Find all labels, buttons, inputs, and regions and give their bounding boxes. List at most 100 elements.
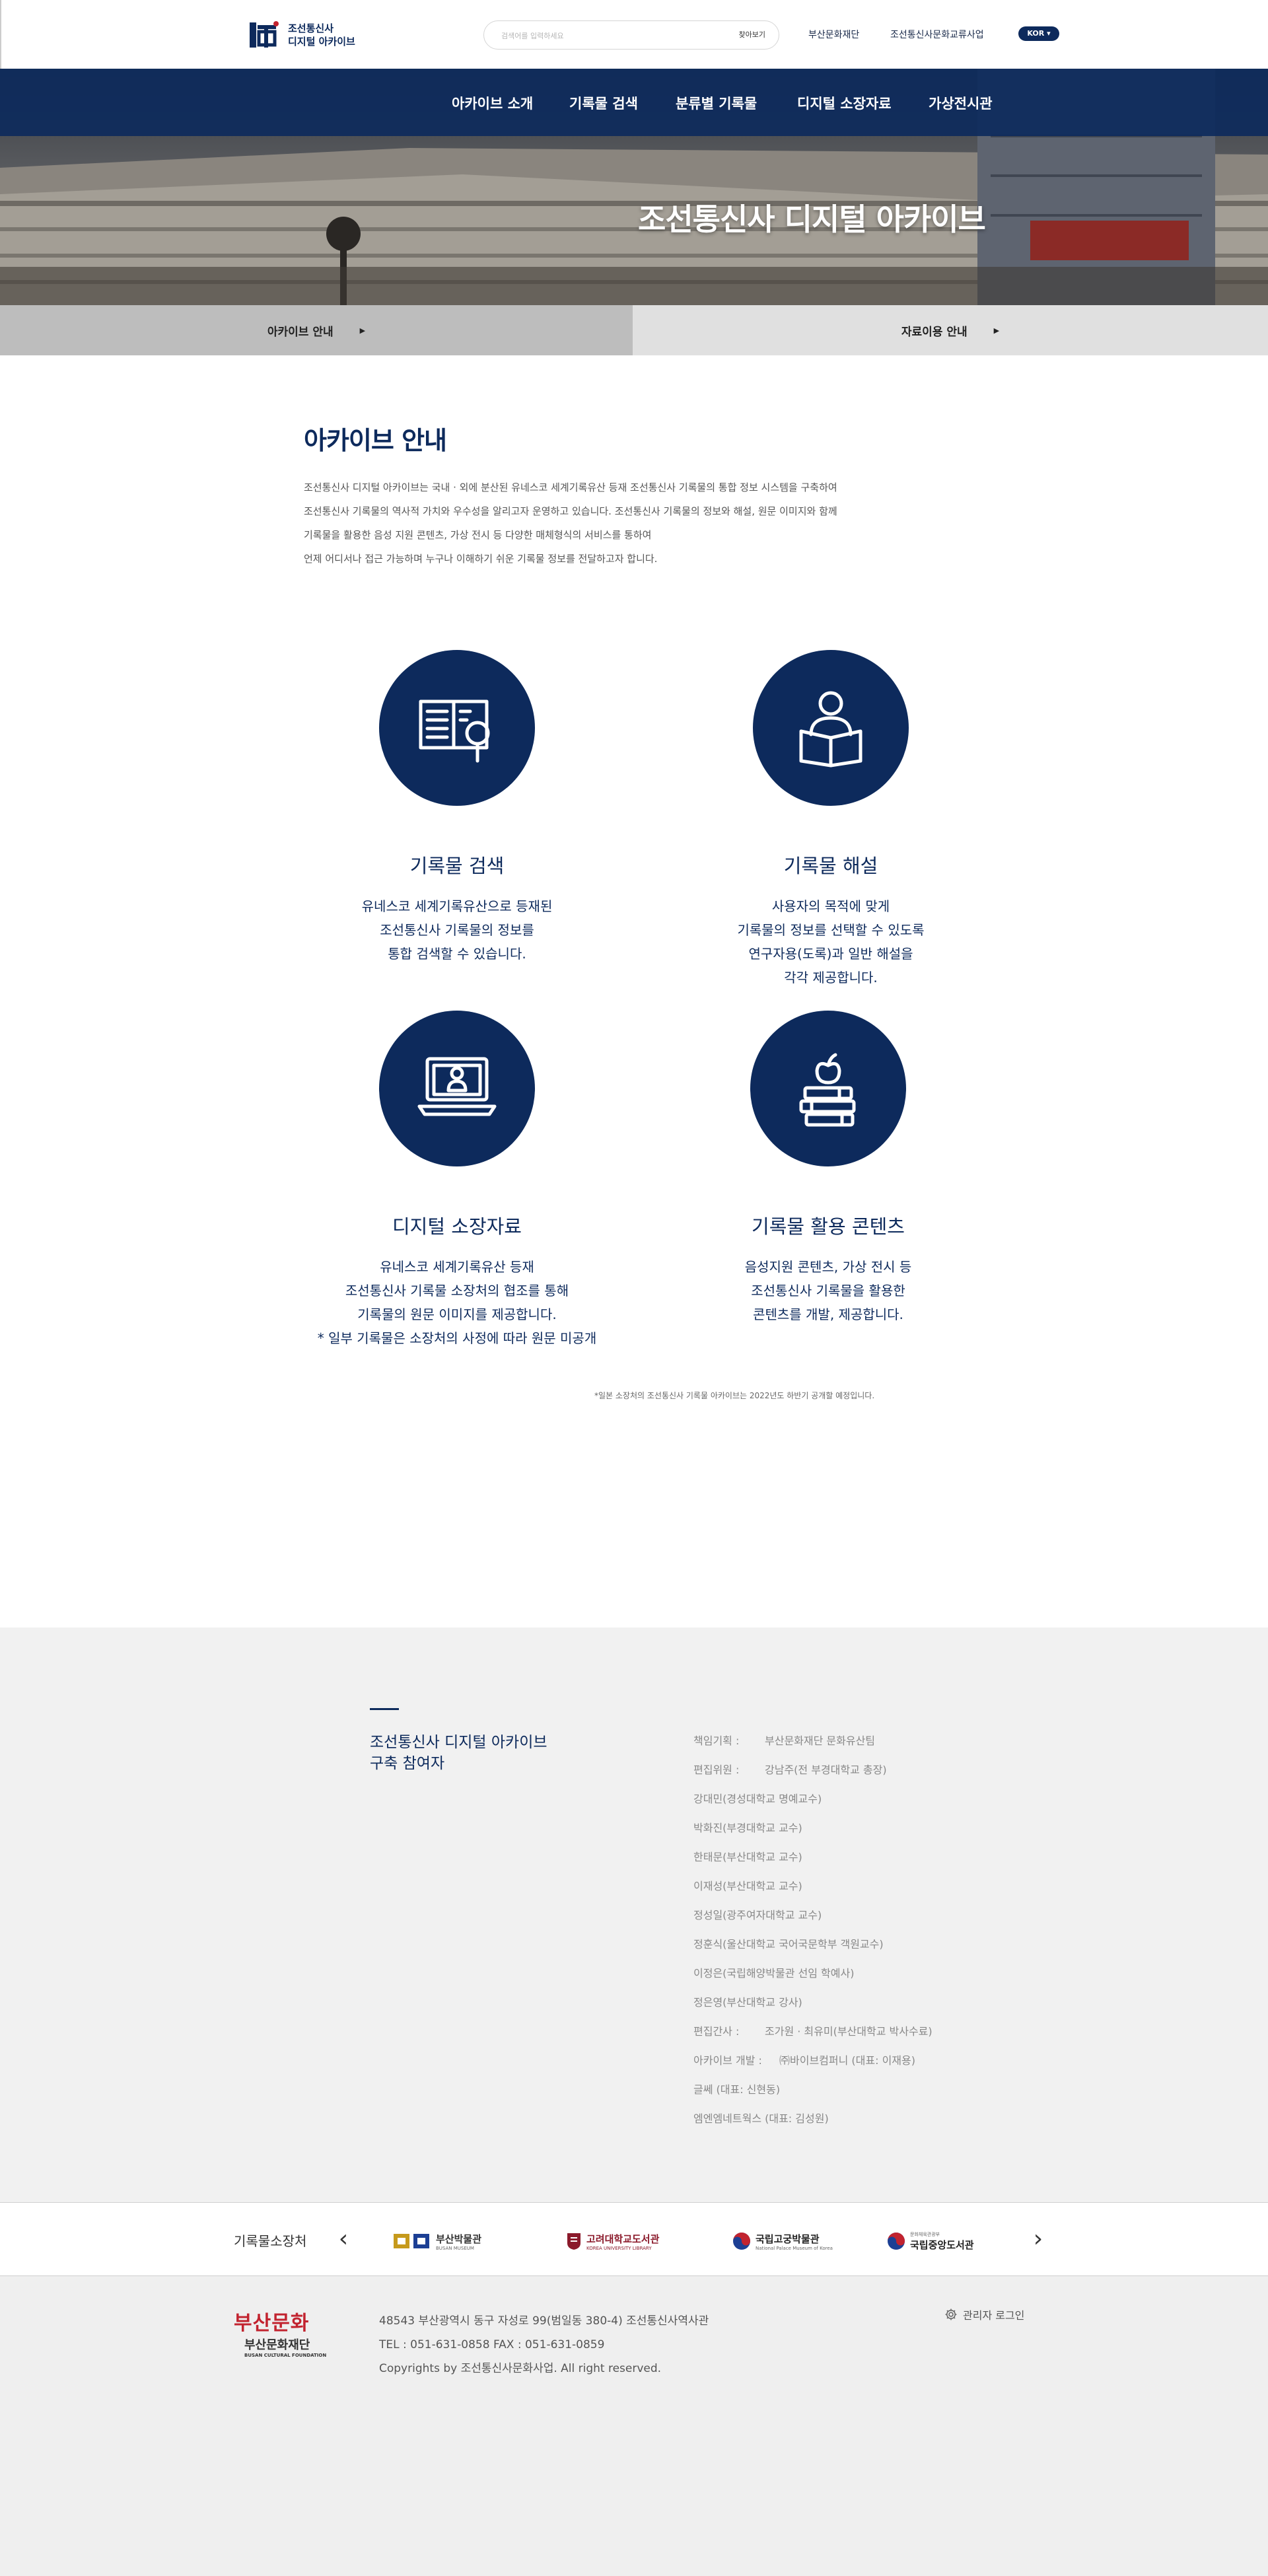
feature-description: 유네스코 세계기록유산으로 등재된 조선통신사 기록물의 정보를 통합 검색할 … [272,894,642,966]
feature-icon-circle [379,650,535,806]
korea-univ-emblem-icon [567,2233,581,2250]
link-busan-culture-foundation[interactable]: 부산문화재단 [808,28,859,41]
feature-desc-line: 사용자의 목적에 맞게 [771,898,890,914]
footer-contact: TEL : 051-631-0858 FAX : 051-631-0859 [379,2338,605,2351]
carousel-prev-button[interactable]: ‹ [330,2223,357,2256]
list-item: 아카이브 개발 : ㈜바이브컴퍼니 (대표: 이재용) [693,2054,915,2067]
feature-record-commentary: 기록물 해설 사용자의 목적에 맞게 기록물의 정보를 선택할 수 있도록 연구… [646,650,1016,989]
nav-record-search[interactable]: 기록물 검색 [569,93,638,113]
search-box: 찾아보기 [483,20,779,50]
arrow-right-icon: ▶ [993,326,1000,335]
logo-name: 국립고궁박물관 [756,2233,820,2245]
feature-desc-line: 콘텐츠를 개발, 제공합니다. [753,1306,903,1322]
busan-museum-logo-icon [394,2234,429,2248]
logo-line1: 조선통신사 [288,22,334,34]
list-item: 엠엔엠네트웍스 (대표: 김성원) [693,2112,829,2125]
main-nav: 아카이브 소개 기록물 검색 분류별 기록물 디지털 소장자료 가상전시관 [0,69,1268,136]
contributors-title-line: 구축 참여자 [370,1755,445,1772]
feature-desc-line: 기록물의 정보를 선택할 수 있도록 [737,922,925,938]
logo-line2: 디지털 아카이브 [288,36,355,48]
footer-info: 48543 부산광역시 동구 자성로 99(범일동 380-4) 조선통신사역사… [379,2309,709,2380]
list-item: 한태문(부산대학교 교수) [693,1851,802,1863]
nav-virtual-exhibition[interactable]: 가상전시관 [929,93,993,113]
contributors-title-line: 조선통신사 디지털 아카이브 [370,1734,547,1751]
taegeuk-icon [733,2233,750,2250]
logo-name: 국립중앙도서관 [910,2238,974,2251]
feature-description: 유네스코 세계기록유산 등재 조선통신사 기록물 소장처의 협조를 통해 기록물… [272,1255,642,1350]
feature-title: 기록물 활용 콘텐츠 [752,1215,905,1238]
feature-desc-line: 조선통신사 기록물을 활용한 [751,1283,905,1299]
books-apple-icon [799,1053,856,1127]
intro-line: 조선통신사 기록물의 역사적 가치와 우수성을 알리고자 운영하고 있습니다. … [304,505,837,517]
hero-banner: 아카이브 소개 기록물 검색 분류별 기록물 디지털 소장자료 가상전시관 조선… [0,69,1268,305]
feature-icon-circle [379,1011,535,1166]
busan-cultural-foundation-logo[interactable]: 부산문화 부산문화재단 BUSAN CULTURAL FOUNDATION [234,2307,333,2358]
feature-record-search: 기록물 검색 유네스코 세계기록유산으로 등재된 조선통신사 기록물의 정보를 … [272,650,642,966]
logo-emblem-icon [250,21,279,48]
tab-usage-guide[interactable]: 자료이용 안내 ▶ [633,305,1268,355]
logo-name: 고려대학교도서관 [586,2233,660,2245]
foundation-logo-name: 부산문화재단 [244,2338,310,2352]
section-accent-bar [370,1708,399,1710]
list-item: 박화진(부경대학교 교수) [693,1822,802,1834]
reader-icon [799,691,863,768]
admin-login-label: 관리자 로그인 [963,2309,1025,2322]
feature-desc-line: 음성지원 콘텐츠, 가상 전시 등 [744,1259,912,1275]
contributors-title: 조선통신사 디지털 아카이브 구축 참여자 [370,1732,547,1774]
logo-national-palace-museum[interactable]: 국립고궁박물관 National Palace Museum of Korea [732,2228,833,2254]
nav-archive-intro[interactable]: 아카이브 소개 [452,93,533,113]
taegeuk-icon [888,2233,905,2250]
list-item: 강대민(경성대학교 명예교수) [693,1793,822,1805]
tab-archive-guide[interactable]: 아카이브 안내 ▶ [0,305,633,355]
foundation-logo-en: BUSAN CULTURAL FOUNDATION [244,2353,327,2358]
link-tongsinsa-program[interactable]: 조선통신사문화교류사업 [890,28,984,41]
language-selector[interactable]: KOR ▾ [1018,26,1059,41]
gear-icon [945,2308,957,2320]
footer-address: 48543 부산광역시 동구 자성로 99(범일동 380-4) 조선통신사역사… [379,2314,709,2328]
feature-description: 사용자의 목적에 맞게 기록물의 정보를 선택할 수 있도록 연구자용(도록)과… [646,894,1016,989]
search-button[interactable]: 찾아보기 [739,29,765,40]
logo-subtitle: KOREA UNIVERSITY LIBRARY [586,2245,652,2251]
logo-national-library[interactable]: 문화체육관광부 국립중앙도서관 [886,2228,974,2254]
feature-desc-line: 기록물의 원문 이미지를 제공합니다. [357,1306,557,1322]
feature-digital-collection: 디지털 소장자료 유네스코 세계기록유산 등재 조선통신사 기록물 소장처의 협… [272,1011,642,1350]
list-item: 이재성(부산대학교 교수) [693,1880,802,1892]
book-search-icon [419,699,490,763]
carousel-next-button[interactable]: › [1025,2223,1051,2256]
search-input[interactable] [501,28,699,43]
feature-desc-line: 유네스코 세계기록유산 등재 [380,1259,534,1275]
feature-desc-line: 유네스코 세계기록유산으로 등재된 [361,898,553,914]
intro-text: 조선통신사 디지털 아카이브는 국내 · 외에 분산된 유네스코 세계기록유산 … [304,476,964,571]
feature-desc-line: 조선통신사 기록물 소장처의 협조를 통해 [345,1283,569,1299]
feature-desc-line: 연구자용(도록)과 일반 해설을 [748,946,913,962]
feature-desc-line: 각각 제공합니다. [784,970,878,985]
holders-label: 기록물소장처 [234,2233,307,2249]
footer-copyright: Copyrights by 조선통신사문화사업. All right reser… [379,2362,662,2375]
logo-busan-museum[interactable]: 부산박물관 BUSAN MUSEUM [392,2228,481,2254]
tab-label: 자료이용 안내 [901,325,968,339]
feature-desc-line: * 일부 기록물은 소장처의 사정에 따라 원문 미공개 [317,1330,597,1346]
site-logo[interactable]: 조선통신사 디지털 아카이브 [247,18,355,52]
list-item: 책임기획 : 부산문화재단 문화유산팀 [693,1735,876,1747]
feature-icon-circle [753,650,909,806]
nav-digital-collection[interactable]: 디지털 소장자료 [797,93,892,113]
record-holders-carousel: 기록물소장처 ‹ 부산박물관 BUSAN MUSEUM 고려대학교도서관 KOR… [0,2202,1268,2276]
admin-login-link[interactable]: 관리자 로그인 [944,2307,1024,2322]
site-footer: 부산문화 부산문화재단 BUSAN CULTURAL FOUNDATION 48… [0,2276,1268,2576]
list-item: 정은영(부산대학교 강사) [693,1996,802,2009]
logo-subtitle: 문화체육관광부 [910,2231,940,2237]
list-item: 글쎄 (대표: 신현동) [693,2083,781,2096]
nav-records-by-category[interactable]: 분류별 기록물 [676,93,757,113]
feature-title: 기록물 검색 [409,855,505,877]
arrow-right-icon: ▶ [359,326,366,335]
logo-korea-university-library[interactable]: 고려대학교도서관 KOREA UNIVERSITY LIBRARY [565,2228,659,2254]
list-item: 편집간사 : 조가원 · 최유미(부산대학교 박사수료) [693,2025,933,2038]
feature-utilization-content: 기록물 활용 콘텐츠 음성지원 콘텐츠, 가상 전시 등 조선통신사 기록물을 … [643,1011,1013,1326]
feature-description: 음성지원 콘텐츠, 가상 전시 등 조선통신사 기록물을 활용한 콘텐츠를 개발… [643,1255,1013,1326]
contributors-section: 조선통신사 디지털 아카이브 구축 참여자 책임기획 : 부산문화재단 문화유산팀… [0,1628,1268,2202]
intro-line: 조선통신사 디지털 아카이브는 국내 · 외에 분산된 유네스코 세계기록유산 … [304,482,837,493]
page-title: 아카이브 안내 [304,426,447,455]
list-item: 정성일(광주여자대학교 교수) [693,1909,822,1921]
site-header: 조선통신사 디지털 아카이브 찾아보기 부산문화재단 조선통신사문화교류사업 K… [0,0,1268,69]
contributors-list: 책임기획 : 부산문화재단 문화유산팀 편집위원 : 강남주(전 부경대학교 총장)… [693,1727,933,2133]
